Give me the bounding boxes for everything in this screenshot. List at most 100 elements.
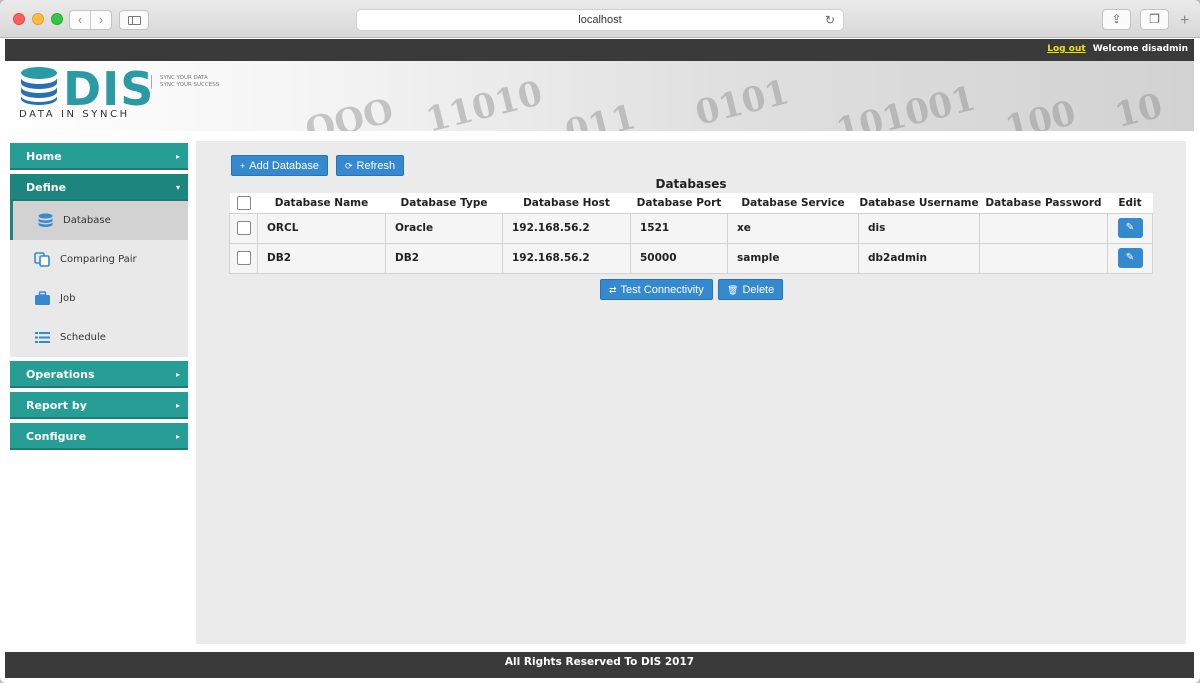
column-header[interactable]: Database Type [385,193,503,213]
user-area: Log out Welcome disadmin [1047,44,1188,54]
left-nav: Home ▸ Define ▾ Database Comparing Pair [10,143,188,454]
banner-decoration: 100 [1001,93,1080,131]
nav-label: Home [26,150,62,163]
briefcase-icon [35,291,50,305]
chevron-right-icon: ▸ [175,401,180,410]
select-all-checkbox[interactable] [236,195,251,210]
banner-decoration: 101001 [832,78,980,131]
dis-logo[interactable]: DIS SYNC YOUR DATA SYNC YOUR SUCCESS DAT… [19,62,259,125]
database-stack-icon [21,67,57,105]
nav-home[interactable]: Home ▸ [10,143,188,170]
button-label: Delete [742,284,775,296]
nav-label: Define [26,181,67,194]
refresh-button[interactable]: ⟳ Refresh [336,155,405,176]
row-checkbox[interactable] [236,221,251,235]
test-connectivity-button[interactable]: ⇄ Test Connectivity [600,279,713,300]
page-footer: All Rights Reserved To DIS 2017 [5,652,1194,678]
welcome-text: Welcome disadmin [1092,44,1188,54]
edit-pencil-icon[interactable]: ✎ [1117,248,1143,268]
list-icon [35,332,50,343]
chevron-right-icon: ▸ [175,432,180,441]
show-tabs-icon[interactable]: ❐ [1140,9,1169,30]
cell-database-port: 1521 [630,212,728,244]
chevron-down-icon: ▾ [175,183,180,192]
refresh-icon: ⟳ [345,161,353,171]
cell-edit: ✎ [1107,242,1153,274]
edit-pencil-icon[interactable]: ✎ [1117,218,1143,238]
nav-sub-schedule[interactable]: Schedule [10,318,188,357]
database-icon [38,213,53,227]
reload-icon[interactable]: ↻ [825,10,835,30]
nav-sub-label: Schedule [60,332,106,343]
column-header: Edit [1107,193,1153,213]
table-header-row: Database Name Database Type Database Hos… [229,193,1153,213]
column-header[interactable]: Database Service [727,193,859,213]
column-header[interactable]: Database Name [257,193,386,213]
nav-sub-comparing-pair[interactable]: Comparing Pair [10,240,188,279]
delete-button[interactable]: 🗑 Delete [718,279,784,300]
tagline-line: SYNC YOUR DATA [160,75,208,81]
button-label: Test Connectivity [620,284,704,296]
row-select-cell [229,212,258,244]
cell-database-password [979,242,1108,274]
maximize-window-icon[interactable] [51,13,63,25]
tagline-line: SYNC YOUR SUCCESS [160,82,220,88]
nav-sub-label: Comparing Pair [60,254,137,265]
button-label: Add Database [249,160,319,172]
cell-database-username: db2admin [858,242,980,274]
history-nav: ‹ › [69,10,112,30]
nav-report-by[interactable]: Report by ▸ [10,392,188,419]
address-bar[interactable]: localhost ↻ [356,9,844,31]
nav-define[interactable]: Define ▾ [10,174,188,201]
nav-label: Report by [26,399,87,412]
column-header[interactable]: Database Password [979,193,1108,213]
banner-decoration: 0101 [691,72,794,131]
cell-database-type: Oracle [385,212,503,244]
cell-database-host: 192.168.56.2 [502,212,631,244]
banner-decoration: 11010 [421,73,547,131]
column-header[interactable]: Database Username [858,193,980,213]
browser-toolbar: ‹ › localhost ↻ ⇪ ❐ + [0,0,1200,38]
header-banner: OOO 11010 011 0101 101001 100 10 DIS SYN… [5,61,1194,131]
plus-icon: + [240,161,246,171]
column-header[interactable]: Database Host [502,193,631,213]
nav-sub-database[interactable]: Database [10,201,188,240]
url-text: localhost [578,14,622,26]
cell-database-name: DB2 [257,242,386,274]
new-tab-icon[interactable]: + [1180,12,1189,30]
nav-configure[interactable]: Configure ▸ [10,423,188,450]
cell-database-service: xe [727,212,859,244]
chevron-right-icon: ▸ [175,370,180,379]
top-bar: Log out Welcome disadmin [5,39,1194,61]
cell-edit: ✎ [1107,212,1153,244]
logout-link[interactable]: Log out [1047,44,1085,54]
column-header[interactable]: Database Port [630,193,728,213]
cell-database-name: ORCL [257,212,386,244]
forward-icon[interactable]: › [91,11,111,29]
nav-sub-label: Job [60,293,76,304]
nav-label: Configure [26,430,87,443]
share-icon[interactable]: ⇪ [1102,9,1131,30]
banner-decoration: OOO [301,90,398,131]
back-icon[interactable]: ‹ [70,11,91,29]
cell-database-host: 192.168.56.2 [502,242,631,274]
button-label: Refresh [356,160,396,172]
sidebar-toggle-icon[interactable] [119,10,149,30]
nav-operations[interactable]: Operations ▸ [10,361,188,388]
row-checkbox[interactable] [236,251,251,265]
nav-sub-label: Database [63,215,111,226]
copy-compare-icon [34,252,50,267]
cell-database-service: sample [727,242,859,274]
trash-icon: 🗑 [727,285,739,295]
browser-window: ‹ › localhost ↻ ⇪ ❐ + Log out Welcome di… [0,0,1200,683]
nav-sub-job[interactable]: Job [10,279,188,318]
table-row[interactable]: ORCL Oracle 192.168.56.2 1521 xe dis ✎ [229,212,1153,244]
cell-database-type: DB2 [385,242,503,274]
close-window-icon[interactable] [13,13,25,25]
add-database-button[interactable]: + Add Database [231,155,328,176]
banner-decoration: 011 [561,97,640,131]
table-row[interactable]: DB2 DB2 192.168.56.2 50000 sample db2adm… [229,242,1153,274]
logo-subtitle: DATA IN SYNCH [19,109,130,120]
nav-label: Operations [26,368,95,381]
minimize-window-icon[interactable] [32,13,44,25]
